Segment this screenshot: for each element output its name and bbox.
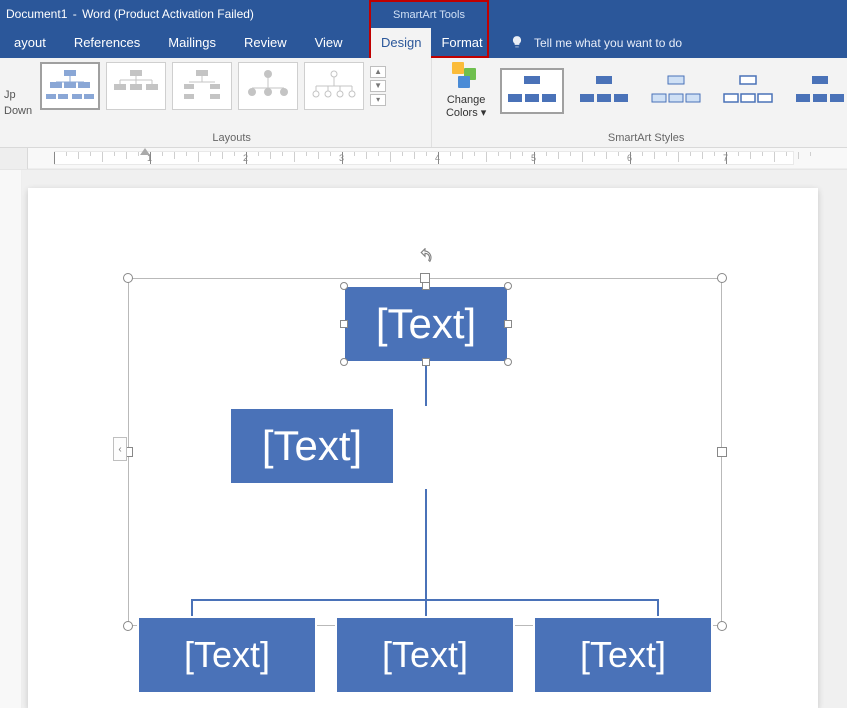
ribbon-tabs: ayout References Mailings Review View He… xyxy=(0,28,411,58)
shape-handle[interactable] xyxy=(504,358,512,366)
ruler-number: 4 xyxy=(435,153,440,163)
text-pane-toggle[interactable]: ‹ xyxy=(113,437,127,461)
ruler-number: 1 xyxy=(147,153,152,163)
connector xyxy=(425,489,427,599)
stub-line1: Jp xyxy=(4,87,32,103)
ruler-number: 6 xyxy=(627,153,632,163)
connector xyxy=(191,599,193,617)
node-text: [Text] xyxy=(580,634,666,676)
group-styles-label: SmartArt Styles xyxy=(440,130,847,147)
ribbon-body: Jp Down ▲ ▼ ▾ Layouts xyxy=(0,58,847,148)
layouts-scroll-up[interactable]: ▲ xyxy=(370,66,386,78)
document-title: Document1 - Word (Product Activation Fai… xyxy=(0,7,254,21)
layout-option-2[interactable] xyxy=(106,62,166,110)
shape-handle[interactable] xyxy=(340,358,348,366)
layout-option-5[interactable] xyxy=(304,62,364,110)
title-bar: Document1 - Word (Product Activation Fai… xyxy=(0,0,847,28)
smartart-node-1[interactable]: [Text] xyxy=(343,285,509,363)
style-option-3[interactable] xyxy=(644,68,708,114)
app-name: Word xyxy=(82,7,110,21)
ruler-ticks: 1 2 3 4 5 6 7 xyxy=(54,152,794,166)
smartart-node-2[interactable]: [Text] xyxy=(229,407,395,485)
horizontal-ruler[interactable]: 1 2 3 4 5 6 7 xyxy=(28,148,847,169)
connector xyxy=(425,362,427,406)
resize-handle-br[interactable] xyxy=(717,621,727,631)
change-colors-l1: Change xyxy=(440,94,492,107)
doc-name: Document1 xyxy=(6,7,67,21)
shape-handle[interactable] xyxy=(422,282,430,290)
stub-line2: Down xyxy=(4,103,32,119)
change-colors-button[interactable]: Change Colors ▾ xyxy=(440,62,492,120)
tab-format[interactable]: Format xyxy=(431,28,492,58)
connector xyxy=(425,599,427,617)
tell-me-label: Tell me what you want to do xyxy=(534,36,682,50)
tell-me-search[interactable]: Tell me what you want to do xyxy=(510,28,682,58)
node-text: [Text] xyxy=(376,300,476,348)
group-styles: Change Colors ▾ SmartArt Styles xyxy=(432,58,847,147)
shape-handle[interactable] xyxy=(340,320,348,328)
node-text: [Text] xyxy=(382,634,468,676)
change-colors-icon xyxy=(450,62,482,92)
change-colors-l2: Colors ▾ xyxy=(440,107,492,120)
layouts-expand[interactable]: ▾ xyxy=(370,94,386,106)
style-option-1[interactable] xyxy=(500,68,564,114)
layout-option-3[interactable] xyxy=(172,62,232,110)
ruler-number: 5 xyxy=(531,153,536,163)
smartart-node-3[interactable]: [Text] xyxy=(137,616,317,694)
resize-handle-mr[interactable] xyxy=(717,447,727,457)
connector xyxy=(657,599,659,617)
chevron-down-icon: ▾ xyxy=(478,107,487,119)
resize-handle-bl[interactable] xyxy=(123,621,133,631)
tab-view[interactable]: View xyxy=(301,28,357,58)
smartart-object[interactable]: ‹ [Text] [Text] [Text] [Text] [Text] xyxy=(128,278,722,626)
vertical-ruler[interactable] xyxy=(0,170,22,708)
smartart-node-4[interactable]: [Text] xyxy=(335,616,515,694)
contextual-tabs: Design Format xyxy=(369,28,489,58)
ruler-number: 2 xyxy=(243,153,248,163)
contextual-tools-label: SmartArt Tools xyxy=(369,0,489,28)
activation-status: (Product Activation Failed) xyxy=(114,7,254,21)
chevron-left-icon: ‹ xyxy=(118,444,121,455)
shape-handle[interactable] xyxy=(340,282,348,290)
ribbon-header: ayout References Mailings Review View He… xyxy=(0,28,847,58)
shape-handle[interactable] xyxy=(504,320,512,328)
resize-handle-tr[interactable] xyxy=(717,273,727,283)
ruler-corner xyxy=(0,148,28,169)
group-layouts-label: Layouts xyxy=(40,130,423,147)
layouts-scroll-down[interactable]: ▼ xyxy=(370,80,386,92)
node-text: [Text] xyxy=(184,634,270,676)
tab-review[interactable]: Review xyxy=(230,28,301,58)
lightbulb-icon xyxy=(510,35,524,52)
style-option-2[interactable] xyxy=(572,68,636,114)
group-layouts: ▲ ▼ ▾ Layouts xyxy=(32,58,432,147)
shape-handle[interactable] xyxy=(422,358,430,366)
tab-mailings[interactable]: Mailings xyxy=(154,28,230,58)
node-text: [Text] xyxy=(262,422,362,470)
resize-handle-tl[interactable] xyxy=(123,273,133,283)
layouts-scroll: ▲ ▼ ▾ xyxy=(370,66,388,106)
ribbon-left-stub: Jp Down xyxy=(0,58,32,147)
layouts-gallery: ▲ ▼ ▾ xyxy=(40,62,423,110)
layout-option-1[interactable] xyxy=(40,62,100,110)
ruler-row: 1 2 3 4 5 6 7 xyxy=(0,148,847,170)
tab-references[interactable]: References xyxy=(60,28,154,58)
tab-layout[interactable]: ayout xyxy=(0,28,60,58)
ruler-number: 7 xyxy=(723,153,728,163)
shape-handle[interactable] xyxy=(504,282,512,290)
layout-option-4[interactable] xyxy=(238,62,298,110)
title-sep: - xyxy=(71,7,79,21)
style-option-5[interactable] xyxy=(788,68,847,114)
tab-design[interactable]: Design xyxy=(371,28,431,58)
smartart-tools-label: SmartArt Tools xyxy=(393,9,465,21)
page[interactable]: ‹ [Text] [Text] [Text] [Text] [Text] xyxy=(28,188,818,708)
document-area: ‹ [Text] [Text] [Text] [Text] [Text] xyxy=(0,170,847,708)
smartart-node-5[interactable]: [Text] xyxy=(533,616,713,694)
style-option-4[interactable] xyxy=(716,68,780,114)
rotate-handle[interactable] xyxy=(416,248,432,264)
ruler-number: 3 xyxy=(339,153,344,163)
